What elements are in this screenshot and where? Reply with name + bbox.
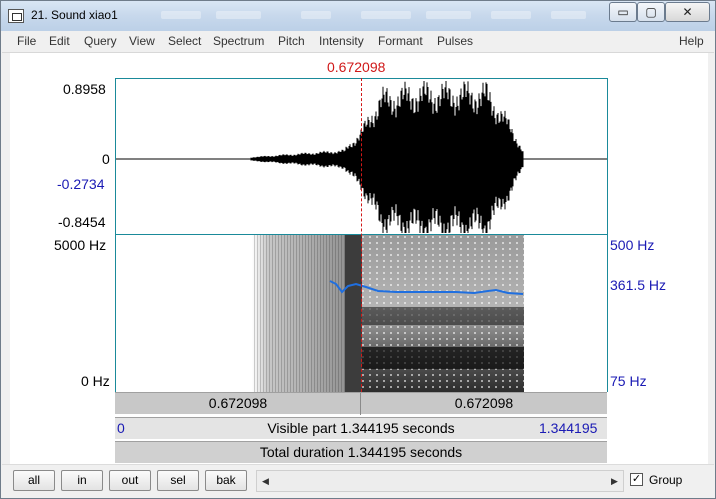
praat-sound-window: 21. Sound xiao1 ▭ ▢ ✕ File Edit Query Vi… [0, 0, 716, 499]
group-checkbox[interactable]: ✓ [630, 473, 643, 486]
total-duration-label: Total duration 1.344195 seconds [259, 444, 463, 460]
waveform-cursor-value-label: -0.2734 [57, 176, 105, 192]
menu-select[interactable]: Select [168, 34, 201, 48]
horizontal-scrollbar[interactable]: ◀ ▶ [256, 470, 624, 492]
waveform-ymin-label: -0.8454 [58, 214, 106, 230]
title-blur [161, 11, 201, 19]
menu-query[interactable]: Query [84, 34, 117, 48]
formant-band [362, 307, 524, 325]
total-duration-bar[interactable]: Total duration 1.344195 seconds [115, 441, 607, 463]
fricative-texture [252, 235, 360, 392]
visible-end-label: 1.344195 [539, 420, 598, 436]
spectrogram-fmax-label: 5000 Hz [54, 237, 107, 253]
menu-pitch[interactable]: Pitch [278, 34, 305, 48]
menu-formant[interactable]: Formant [378, 34, 423, 48]
title-blur [301, 11, 331, 19]
title-bar: 21. Sound xiao1 ▭ ▢ ✕ [1, 1, 715, 31]
cursor-time-label: 0.672098 [327, 59, 386, 75]
formant-band [362, 347, 524, 369]
pitch-bottom-label: 75 Hz [610, 373, 647, 389]
cursor-line [361, 78, 362, 392]
window-icon [8, 9, 24, 23]
title-blur [216, 11, 261, 19]
visible-part-label: Visible part 1.344195 seconds [267, 420, 455, 436]
zoom-out-button[interactable]: out [109, 470, 151, 491]
title-blur [426, 11, 471, 19]
title-blur [361, 11, 411, 19]
title-blur [551, 11, 586, 19]
waveform-ymax-label: 0.8958 [63, 81, 106, 97]
spectrogram-fmin-label: 0 Hz [81, 373, 110, 389]
bottom-toolbar: all in out sel bak ◀ ▶ ✓ Group [2, 464, 714, 498]
visible-start-label: 0 [117, 420, 125, 436]
menu-view[interactable]: View [129, 34, 155, 48]
pitch-top-label: 500 Hz [610, 237, 655, 253]
time-left-label: 0.672098 [208, 395, 268, 411]
waveform-zero-label: 0 [102, 151, 110, 167]
visible-part-bar[interactable]: Visible part 1.344195 seconds [115, 417, 607, 439]
zoom-in-button[interactable]: in [61, 470, 103, 491]
scroll-left-icon[interactable]: ◀ [257, 471, 274, 491]
title-blur [491, 11, 531, 19]
scroll-right-icon[interactable]: ▶ [606, 471, 623, 491]
menu-help[interactable]: Help [679, 34, 704, 48]
maximize-icon[interactable]: ▢ [637, 2, 665, 22]
close-icon[interactable]: ✕ [665, 2, 710, 22]
menu-edit[interactable]: Edit [49, 34, 70, 48]
cursor-time-bar[interactable]: 0.672098 0.672098 [115, 392, 607, 415]
menu-intensity[interactable]: Intensity [319, 34, 364, 48]
time-right-label: 0.672098 [454, 395, 514, 411]
menu-bar: File Edit Query View Select Spectrum Pit… [2, 31, 714, 53]
menu-pulses[interactable]: Pulses [437, 34, 473, 48]
window-title: 21. Sound xiao1 [31, 8, 118, 22]
group-label: Group [649, 473, 683, 487]
minimize-icon[interactable]: ▭ [609, 2, 637, 22]
menu-file[interactable]: File [17, 34, 36, 48]
zoom-selection-button[interactable]: sel [157, 470, 199, 491]
waveform-trace [250, 81, 524, 233]
zoom-back-button[interactable]: bak [205, 470, 247, 491]
menu-spectrum[interactable]: Spectrum [213, 34, 264, 48]
pitch-value-label: 361.5 Hz [610, 277, 667, 293]
all-button[interactable]: all [13, 470, 55, 491]
